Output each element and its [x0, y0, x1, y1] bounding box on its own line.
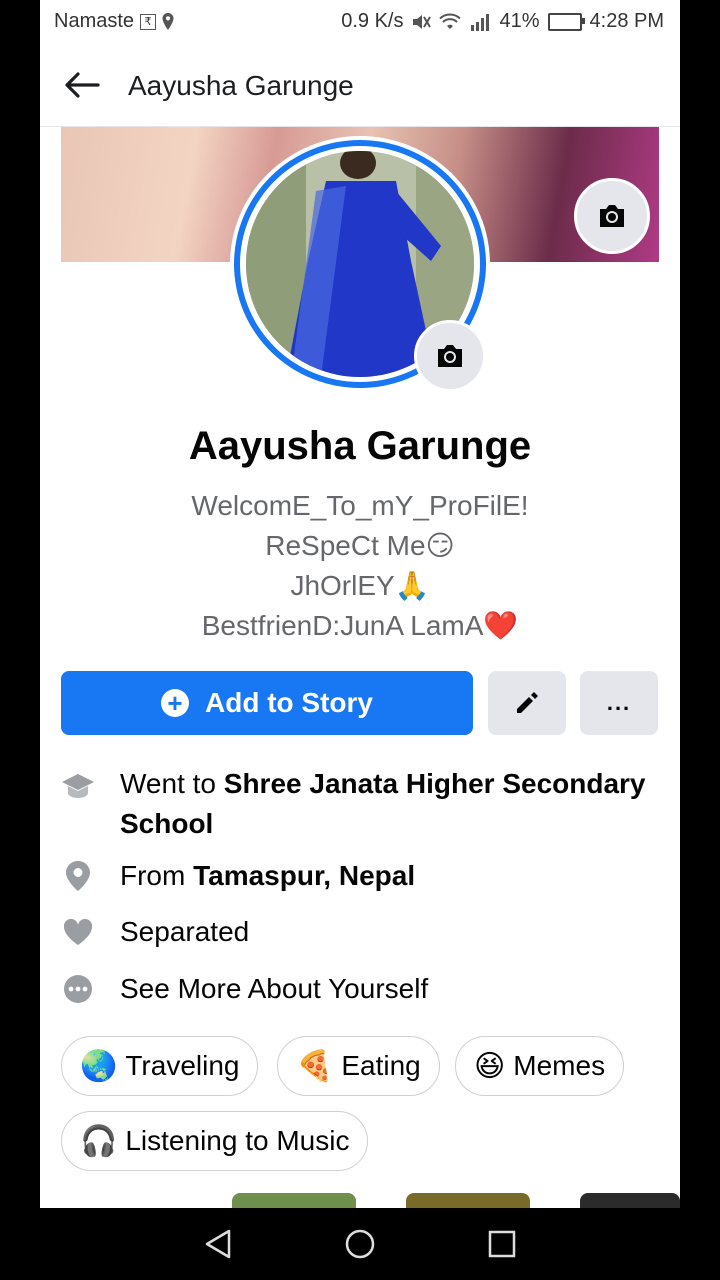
globe-icon: 🌏 — [80, 1049, 118, 1083]
bio-line: BestfrienD:JunA LamA❤️ — [201, 610, 519, 641]
edit-cover-photo-button[interactable] — [574, 178, 650, 254]
more-options-button[interactable]: ... — [580, 671, 658, 735]
hobby-chip[interactable]: 🍕 Eating — [277, 1036, 440, 1096]
hobby-label: Traveling — [125, 1050, 240, 1081]
hometown-place[interactable]: Tamaspur, Nepal — [193, 860, 415, 891]
triangle-back-icon — [205, 1229, 231, 1259]
page-title: Aayusha Garunge — [128, 70, 354, 101]
relationship-status: Separated — [120, 916, 250, 947]
app-screen: Namaste ₹ 0.9 K/s 41% 4:28 PM Aayusha Ga… — [40, 0, 680, 1208]
featured-photo[interactable] — [406, 1193, 530, 1208]
nav-recents-button[interactable] — [482, 1224, 522, 1264]
battery-percent: 41% — [499, 10, 540, 32]
network-speed: 0.9 K/s — [341, 10, 404, 32]
hobby-label: Eating — [341, 1050, 421, 1081]
back-button[interactable] — [60, 66, 104, 104]
plus-circle-icon: + — [161, 689, 189, 717]
carrier-name: Namaste — [54, 10, 135, 32]
laughing-face-icon: 😆 — [474, 1049, 506, 1083]
battery-icon — [547, 12, 585, 31]
square-recents-icon — [488, 1230, 516, 1258]
mute-icon — [411, 13, 432, 31]
bio-line: ReSpeCt Me😏 — [265, 530, 455, 561]
arrow-left-icon — [65, 72, 100, 98]
hobby-chip[interactable]: 🌏 Traveling — [61, 1036, 259, 1096]
see-more-label: See More About Yourself — [120, 973, 429, 1004]
featured-photo[interactable] — [232, 1193, 356, 1208]
hobby-chip[interactable]: 🎧 Listening to Music — [61, 1111, 369, 1171]
more-circle-icon — [60, 971, 96, 1007]
system-navigation-bar — [0, 1208, 720, 1280]
pencil-icon — [517, 692, 538, 713]
sim-badge: ₹ — [140, 13, 157, 30]
featured-photo[interactable] — [580, 1193, 680, 1208]
location-pin-icon — [60, 858, 96, 894]
education-prefix: Went to — [120, 768, 224, 799]
camera-icon — [600, 205, 624, 227]
bio-line: WelcomE_To_mY_ProFilE! — [191, 490, 529, 521]
pizza-icon: 🍕 — [296, 1049, 334, 1083]
hometown-prefix: From — [120, 860, 194, 891]
add-to-story-button[interactable]: + Add to Story — [61, 671, 473, 735]
profile-bio: WelcomE_To_mY_ProFilE! ReSpeCt Me😏 JhOrl… — [40, 486, 680, 646]
top-app-bar: Aayusha Garunge — [40, 44, 680, 127]
graduation-cap-icon — [60, 768, 96, 804]
heart-icon — [60, 914, 96, 950]
hobby-label: Memes — [513, 1050, 606, 1081]
edit-profile-button[interactable] — [488, 671, 566, 735]
nav-home-button[interactable] — [340, 1224, 380, 1264]
more-dots-icon: ... — [606, 690, 632, 715]
clock: 4:28 PM — [589, 10, 664, 32]
nav-back-button[interactable] — [198, 1224, 238, 1264]
location-icon — [162, 12, 174, 31]
profile-name: Aayusha Garunge — [188, 424, 532, 468]
status-bar: Namaste ₹ 0.9 K/s 41% 4:28 PM — [40, 0, 680, 44]
headphones-icon: 🎧 — [80, 1124, 118, 1158]
hobby-label: Listening to Music — [125, 1125, 350, 1156]
edit-profile-picture-button[interactable] — [414, 320, 486, 392]
circle-home-icon — [345, 1229, 375, 1259]
wifi-icon — [439, 13, 462, 31]
add-to-story-label: Add to Story — [205, 687, 373, 718]
cell-signal-icon — [469, 13, 491, 31]
bio-line: JhOrlEY🙏 — [290, 570, 430, 601]
camera-icon — [438, 345, 462, 367]
hobby-chip[interactable]: 😆 Memes — [455, 1036, 625, 1096]
